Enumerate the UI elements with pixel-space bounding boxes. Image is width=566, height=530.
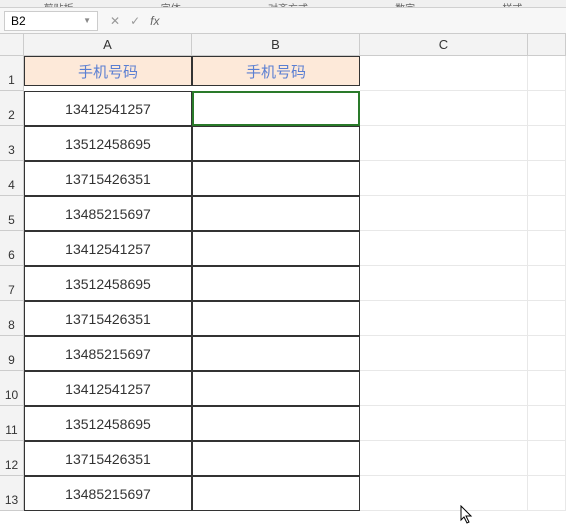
formula-bar-row: B2 ▼ ✕ ✓ fx: [0, 8, 566, 34]
cell-C1[interactable]: [360, 56, 528, 91]
cell-D12[interactable]: [528, 441, 566, 476]
cell-C2[interactable]: [360, 91, 528, 126]
cell-A9[interactable]: 13485215697: [24, 336, 192, 371]
row-head-8[interactable]: 8: [0, 301, 24, 336]
row-head-6[interactable]: 6: [0, 231, 24, 266]
col-head-A[interactable]: A: [24, 34, 192, 56]
cell-C10[interactable]: [360, 371, 528, 406]
cell-B13[interactable]: [192, 476, 360, 511]
cell-A5[interactable]: 13485215697: [24, 196, 192, 231]
cell-A11[interactable]: 13512458695: [24, 406, 192, 441]
ribbon-group-clipboard: 剪贴板: [44, 0, 74, 8]
cell-B3[interactable]: [192, 126, 360, 161]
cell-D4[interactable]: [528, 161, 566, 196]
ribbon-group-font: 字体: [161, 0, 181, 8]
cell-B1[interactable]: 手机号码: [192, 56, 360, 86]
ribbon-group-align: 对齐方式: [268, 0, 308, 8]
cell-B5[interactable]: [192, 196, 360, 231]
cell-A6[interactable]: 13412541257: [24, 231, 192, 266]
cell-A10[interactable]: 13412541257: [24, 371, 192, 406]
cell-C7[interactable]: [360, 266, 528, 301]
cell-D13[interactable]: [528, 476, 566, 511]
cell-D8[interactable]: [528, 301, 566, 336]
cell-D5[interactable]: [528, 196, 566, 231]
formula-input[interactable]: [165, 11, 566, 31]
row-head-5[interactable]: 5: [0, 196, 24, 231]
spreadsheet-grid[interactable]: ABC1手机号码手机号码2134125412573135124586954137…: [0, 34, 566, 511]
cell-C6[interactable]: [360, 231, 528, 266]
cell-A8[interactable]: 13715426351: [24, 301, 192, 336]
row-head-11[interactable]: 11: [0, 406, 24, 441]
cell-D6[interactable]: [528, 231, 566, 266]
cell-B6[interactable]: [192, 231, 360, 266]
cell-B7[interactable]: [192, 266, 360, 301]
cell-C8[interactable]: [360, 301, 528, 336]
cell-D7[interactable]: [528, 266, 566, 301]
cell-C13[interactable]: [360, 476, 528, 511]
fx-icon[interactable]: fx: [150, 14, 159, 28]
cell-D11[interactable]: [528, 406, 566, 441]
cell-C9[interactable]: [360, 336, 528, 371]
cancel-icon[interactable]: ✕: [110, 14, 120, 28]
cell-C11[interactable]: [360, 406, 528, 441]
col-head-3[interactable]: [528, 34, 566, 56]
name-box[interactable]: B2 ▼: [4, 11, 98, 31]
cell-C12[interactable]: [360, 441, 528, 476]
row-head-4[interactable]: 4: [0, 161, 24, 196]
cell-D10[interactable]: [528, 371, 566, 406]
select-all-corner[interactable]: [0, 34, 24, 56]
cell-C3[interactable]: [360, 126, 528, 161]
cell-C4[interactable]: [360, 161, 528, 196]
row-head-1[interactable]: 1: [0, 56, 24, 91]
name-box-value: B2: [11, 14, 26, 28]
row-head-9[interactable]: 9: [0, 336, 24, 371]
cell-D1[interactable]: [528, 56, 566, 91]
col-head-B[interactable]: B: [192, 34, 360, 56]
row-head-13[interactable]: 13: [0, 476, 24, 511]
cell-B4[interactable]: [192, 161, 360, 196]
cell-A7[interactable]: 13512458695: [24, 266, 192, 301]
cell-A2[interactable]: 13412541257: [24, 91, 192, 126]
cell-D9[interactable]: [528, 336, 566, 371]
cell-D3[interactable]: [528, 126, 566, 161]
formula-buttons: ✕ ✓ fx: [110, 14, 159, 28]
cell-B8[interactable]: [192, 301, 360, 336]
row-head-2[interactable]: 2: [0, 91, 24, 126]
chevron-down-icon[interactable]: ▼: [83, 16, 91, 25]
row-head-3[interactable]: 3: [0, 126, 24, 161]
ribbon-group-number: 数字: [395, 0, 415, 8]
row-head-12[interactable]: 12: [0, 441, 24, 476]
cell-C5[interactable]: [360, 196, 528, 231]
col-head-C[interactable]: C: [360, 34, 528, 56]
cell-D2[interactable]: [528, 91, 566, 126]
cell-B2[interactable]: [192, 91, 360, 126]
ribbon-fragment: 剪贴板 字体 对齐方式 数字 样式: [0, 0, 566, 8]
cell-A3[interactable]: 13512458695: [24, 126, 192, 161]
check-icon[interactable]: ✓: [130, 14, 140, 28]
row-head-10[interactable]: 10: [0, 371, 24, 406]
cell-A4[interactable]: 13715426351: [24, 161, 192, 196]
cell-B10[interactable]: [192, 371, 360, 406]
ribbon-group-styles: 样式: [502, 0, 522, 8]
cell-B9[interactable]: [192, 336, 360, 371]
cell-A13[interactable]: 13485215697: [24, 476, 192, 511]
cell-A1[interactable]: 手机号码: [24, 56, 192, 86]
cell-B12[interactable]: [192, 441, 360, 476]
row-head-7[interactable]: 7: [0, 266, 24, 301]
cell-A12[interactable]: 13715426351: [24, 441, 192, 476]
cell-B11[interactable]: [192, 406, 360, 441]
